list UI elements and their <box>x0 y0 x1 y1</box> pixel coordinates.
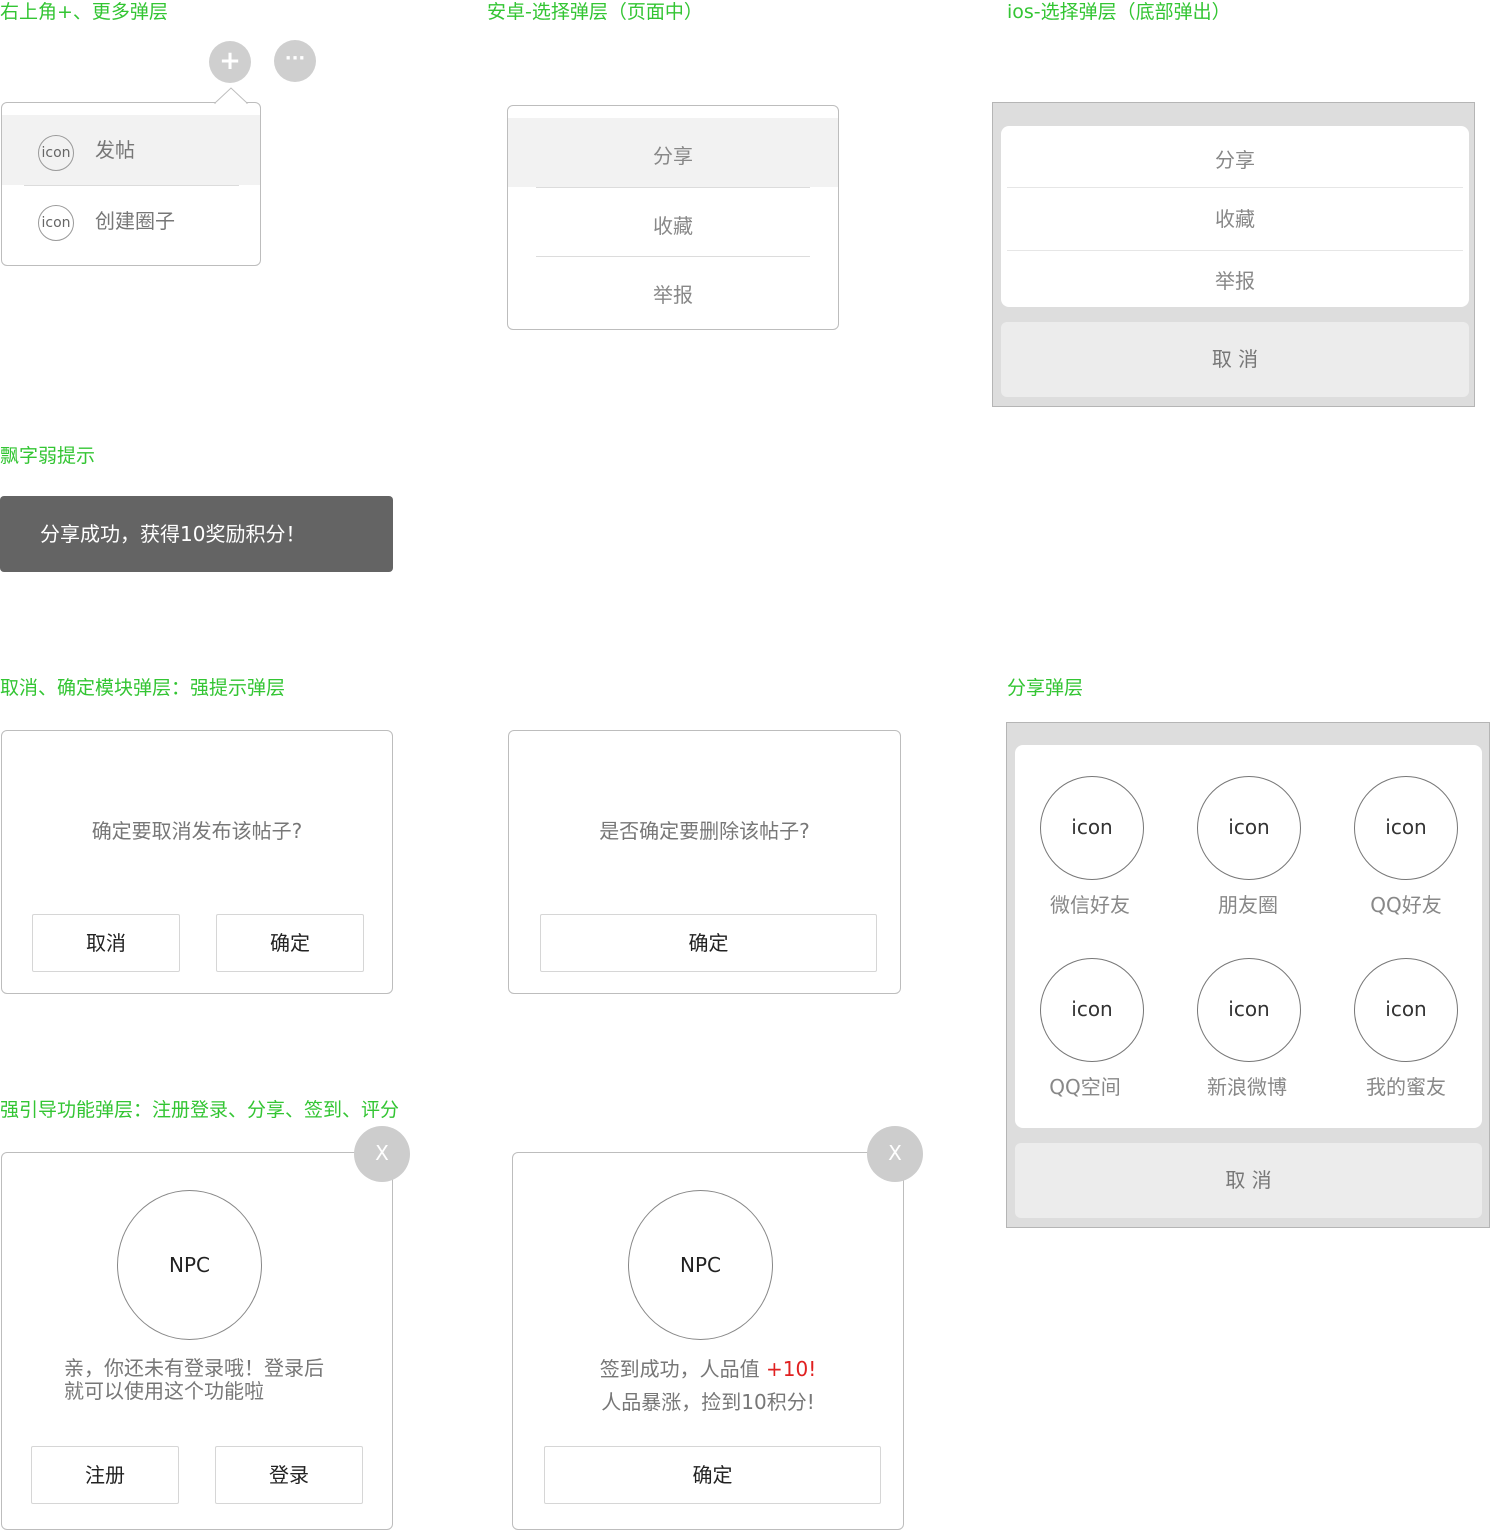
register-button[interactable]: 注册 <box>31 1446 179 1504</box>
share-item-label: 朋友圈 <box>1218 893 1278 917</box>
weibo-icon: icon <box>1197 958 1301 1062</box>
close-icon[interactable]: X <box>867 1126 923 1182</box>
confirm-button[interactable]: 确定 <box>544 1446 881 1504</box>
plus-button[interactable]: + <box>209 41 251 83</box>
guide-login-message-line1: 亲，你还未有登录哦！登录后 <box>64 1356 324 1380</box>
share-item-label: 我的蜜友 <box>1366 1075 1446 1099</box>
menu-divider <box>24 185 239 186</box>
checkin-message-suffix: ! <box>808 1357 817 1381</box>
ios-option-favorite[interactable]: 收藏 <box>1001 188 1469 249</box>
confirm-button[interactable]: 确定 <box>540 914 877 972</box>
checkin-message-prefix: 签到成功，人品值 <box>599 1357 767 1381</box>
ios-action-sheet: 分享 收藏 举报 取 消 <box>992 102 1475 407</box>
login-button[interactable]: 登录 <box>215 1446 363 1504</box>
ios-option-share[interactable]: 分享 <box>1001 126 1469 187</box>
checkin-points-highlight: +10 <box>766 1357 809 1381</box>
share-options-panel: icon 微信好友 icon 朋友圈 icon QQ好友 icon QQ空间 i… <box>1015 745 1482 1128</box>
menu-item-post-label: 发帖 <box>95 138 135 162</box>
android-option-favorite-label: 收藏 <box>653 214 693 238</box>
checkin-message-line1: 签到成功，人品值 +10! <box>513 1357 903 1381</box>
moments-icon: icon <box>1197 776 1301 880</box>
create-circle-icon: icon <box>38 205 74 241</box>
android-option-report[interactable]: 举报 <box>508 257 838 325</box>
share-item-label: QQ好友 <box>1370 893 1442 917</box>
section-title-share-sheet: 分享弹层 <box>1007 677 1084 699</box>
close-icon[interactable]: X <box>354 1126 410 1182</box>
section-title-ios-select: ios-选择弹层（底部弹出） <box>1007 1 1231 23</box>
share-item-label: QQ空间 <box>1049 1075 1121 1099</box>
share-cancel-button[interactable]: 取 消 <box>1015 1143 1482 1218</box>
ios-option-share-label: 分享 <box>1215 148 1255 172</box>
wechat-friend-icon: icon <box>1040 776 1144 880</box>
npc-avatar: NPC <box>117 1190 262 1340</box>
section-title-top-menu: 右上角+、更多弹层 <box>0 1 168 23</box>
confirm-dialog-message: 确定要取消发布该帖子? <box>91 819 303 843</box>
add-dropdown-menu: icon 发帖 icon 创建圈子 <box>1 87 261 266</box>
section-title-android-select: 安卓-选择弹层（页面中） <box>487 1 703 23</box>
confirm-button[interactable]: 确定 <box>216 914 364 972</box>
share-sheet: icon 微信好友 icon 朋友圈 icon QQ好友 icon QQ空间 i… <box>1006 722 1490 1228</box>
post-icon: icon <box>38 135 74 171</box>
android-option-report-label: 举报 <box>653 283 693 307</box>
confirm-dialog-message: 是否确定要删除该帖子? <box>599 819 810 843</box>
android-option-share[interactable]: 分享 <box>508 118 838 187</box>
ios-option-report[interactable]: 举报 <box>1001 251 1469 307</box>
toast-message: 分享成功，获得10奖励积分！ <box>0 496 393 572</box>
share-item-label: 微信好友 <box>1050 893 1130 917</box>
section-title-guide-dialogs: 强引导功能弹层：注册登录、分享、签到、评分 <box>0 1099 400 1121</box>
ios-option-favorite-label: 收藏 <box>1215 207 1255 231</box>
android-option-share-label: 分享 <box>653 144 693 168</box>
dropdown-arrow <box>213 87 249 105</box>
more-button[interactable]: ··· <box>274 40 316 82</box>
ios-option-report-label: 举报 <box>1215 269 1255 293</box>
qq-friend-icon: icon <box>1354 776 1458 880</box>
android-select-popup: 分享 收藏 举报 <box>507 105 839 330</box>
npc-avatar: NPC <box>628 1190 773 1340</box>
checkin-message-line2: 人品暴涨，捡到10积分! <box>601 1390 815 1414</box>
section-title-toast: 飘字弱提示 <box>0 445 96 467</box>
cancel-button[interactable]: 取消 <box>32 914 180 972</box>
confirm-dialog-delete-post: 是否确定要删除该帖子? 确定 <box>508 730 901 994</box>
ios-options-group: 分享 收藏 举报 <box>1001 126 1469 307</box>
bestie-icon: icon <box>1354 958 1458 1062</box>
ios-cancel-button[interactable]: 取 消 <box>1001 322 1469 397</box>
menu-item-create-circle[interactable]: icon 创建圈子 <box>2 187 260 257</box>
menu-item-post[interactable]: icon 发帖 <box>2 115 260 185</box>
qzone-icon: icon <box>1040 958 1144 1062</box>
menu-item-create-circle-label: 创建圈子 <box>95 209 175 233</box>
confirm-dialog-cancel-post: 确定要取消发布该帖子? 取消 确定 <box>1 730 393 994</box>
android-option-favorite[interactable]: 收藏 <box>508 188 838 256</box>
guide-dialog-checkin: NPC 签到成功，人品值 +10! 人品暴涨，捡到10积分! 确定 <box>512 1152 904 1530</box>
guide-login-message-line2: 就可以使用这个功能啦 <box>64 1379 264 1403</box>
share-item-label: 新浪微博 <box>1207 1075 1287 1099</box>
section-title-confirm-dialogs: 取消、确定模块弹层：强提示弹层 <box>0 677 286 699</box>
guide-dialog-login: NPC 亲，你还未有登录哦！登录后 就可以使用这个功能啦 注册 登录 <box>1 1152 393 1530</box>
